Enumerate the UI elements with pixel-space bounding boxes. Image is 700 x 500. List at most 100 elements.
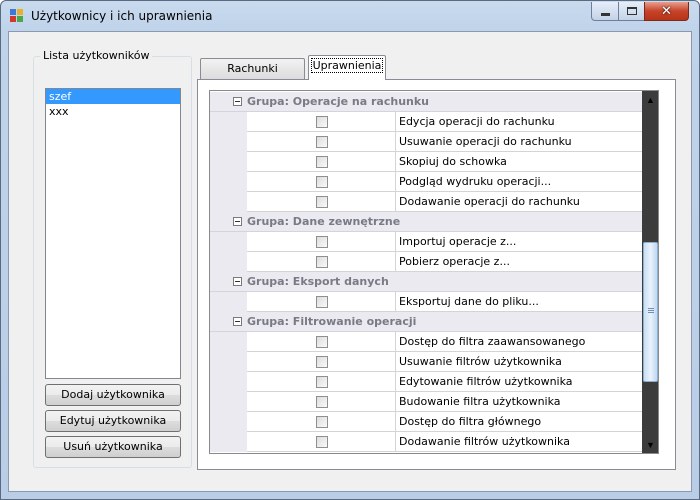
user-list-item[interactable]: szef	[46, 89, 180, 104]
grip-line	[648, 310, 654, 311]
permission-checkbox[interactable]	[316, 176, 328, 188]
app-icon	[10, 9, 24, 23]
permission-label: Eksportuj dane do pliku...	[396, 292, 642, 312]
maximize-button[interactable]	[618, 2, 645, 21]
permissions-tab-page: Grupa: Operacje na rachunku Edycja operac…	[197, 79, 676, 470]
permission-checkbox[interactable]	[316, 396, 328, 408]
checkbox-cell[interactable]	[247, 292, 396, 312]
arrow-down-icon: ▼	[646, 439, 655, 450]
users-groupbox: Lista użytkowników szef xxx Dodaj użytko…	[33, 49, 192, 468]
user-list-item[interactable]: xxx	[46, 104, 180, 119]
checkbox-cell[interactable]	[247, 232, 396, 252]
checkbox-cell[interactable]	[247, 192, 396, 212]
row-indent	[210, 352, 247, 372]
permission-label: Edycja operacji do rachunku	[396, 112, 642, 132]
row-indent	[210, 192, 247, 212]
edit-user-button[interactable]: Edytuj użytkownika	[45, 410, 181, 432]
permission-label: Edytowanie filtrów użytkownika	[396, 372, 642, 392]
close-icon: ✕	[661, 3, 672, 19]
permission-checkbox[interactable]	[316, 256, 328, 268]
app-window: Użytkownicy i ich uprawnienia ✕ Lista uż…	[0, 0, 700, 500]
checkbox-cell[interactable]	[247, 432, 396, 452]
permission-label: Dostęp do filtra głównego	[396, 412, 642, 432]
row-indent	[210, 132, 247, 152]
row-indent	[210, 172, 247, 192]
tab-permissions-label: Uprawnienia	[310, 58, 384, 73]
permission-row: Importuj operacje z...	[210, 232, 642, 252]
client-area: Lista użytkowników szef xxx Dodaj użytko…	[8, 31, 692, 492]
checkbox-cell[interactable]	[247, 152, 396, 172]
permission-label: Importuj operacje z...	[396, 232, 642, 252]
permission-row: Podgląd wydruku operacji...	[210, 172, 642, 192]
vertical-scrollbar[interactable]: ▲ ▼	[642, 91, 658, 453]
permission-checkbox[interactable]	[316, 196, 328, 208]
tab-bank-accounts[interactable]: Rachunki bankowe	[200, 58, 305, 94]
permission-row: Budowanie filtra użytkownika	[210, 392, 642, 412]
row-indent	[210, 232, 247, 252]
permission-row: Dostęp do filtra głównego	[210, 412, 642, 432]
permission-checkbox[interactable]	[316, 416, 328, 428]
permission-row: Skopiuj do schowka	[210, 152, 642, 172]
collapse-icon[interactable]	[233, 317, 242, 326]
permission-checkbox[interactable]	[316, 296, 328, 308]
permission-label: Podgląd wydruku operacji...	[396, 172, 642, 192]
title-bar[interactable]: Użytkownicy i ich uprawnienia ✕	[1, 1, 699, 31]
group-row[interactable]: Grupa: Operacje na rachunku	[210, 92, 642, 112]
group-row[interactable]: Grupa: Dane zewnętrzne	[210, 212, 642, 232]
permission-label: Dodawanie operacji do rachunku	[396, 192, 642, 212]
row-indent	[210, 252, 247, 272]
collapse-icon[interactable]	[233, 217, 242, 226]
window-title: Użytkownicy i ich uprawnienia	[31, 9, 213, 23]
minimize-icon	[600, 12, 610, 16]
checkbox-cell[interactable]	[247, 392, 396, 412]
permission-label: Budowanie filtra użytkownika	[396, 392, 642, 412]
row-indent	[210, 432, 247, 452]
collapse-icon[interactable]	[233, 277, 242, 286]
permission-label: Dodawanie filtrów użytkownika	[396, 432, 642, 452]
collapse-icon[interactable]	[233, 97, 242, 106]
maximize-icon	[626, 7, 637, 15]
permission-checkbox[interactable]	[316, 356, 328, 368]
close-button[interactable]: ✕	[644, 2, 689, 21]
users-listbox[interactable]: szef xxx	[45, 88, 181, 379]
permission-row: Pobierz operacje z...	[210, 252, 642, 272]
delete-user-button[interactable]: Usuń użytkownika	[45, 436, 181, 458]
group-row[interactable]: Grupa: Eksport danych	[210, 272, 642, 292]
permission-row: Edytowanie filtrów użytkownika	[210, 372, 642, 392]
permission-checkbox[interactable]	[316, 156, 328, 168]
group-row[interactable]: Grupa: Filtrowanie operacji	[210, 312, 642, 332]
permission-checkbox[interactable]	[316, 116, 328, 128]
tab-permissions[interactable]: Uprawnienia	[308, 55, 386, 80]
scroll-up-button[interactable]: ▲	[642, 91, 658, 108]
checkbox-cell[interactable]	[247, 172, 396, 192]
permission-checkbox[interactable]	[316, 436, 328, 448]
row-indent	[210, 332, 247, 352]
checkbox-cell[interactable]	[247, 372, 396, 392]
permission-checkbox[interactable]	[316, 376, 328, 388]
permission-checkbox[interactable]	[316, 336, 328, 348]
add-user-button[interactable]: Dodaj użytkownika	[45, 384, 181, 406]
permission-row: Usuwanie operacji do rachunku	[210, 132, 642, 152]
group-label: Grupa: Operacje na rachunku	[247, 95, 430, 108]
permission-checkbox[interactable]	[316, 136, 328, 148]
checkbox-cell[interactable]	[247, 352, 396, 372]
group-label: Grupa: Dane zewnętrzne	[247, 215, 401, 228]
permission-label: Pobierz operacje z...	[396, 252, 642, 272]
checkbox-cell[interactable]	[247, 112, 396, 132]
minimize-button[interactable]	[591, 2, 619, 21]
checkbox-cell[interactable]	[247, 252, 396, 272]
row-indent	[210, 292, 247, 312]
permissions-grid-body: Grupa: Operacje na rachunku Edycja operac…	[210, 91, 642, 452]
permission-checkbox[interactable]	[316, 236, 328, 248]
checkbox-cell[interactable]	[247, 132, 396, 152]
row-indent	[210, 112, 247, 132]
permission-row: Dodawanie filtrów użytkownika	[210, 432, 642, 452]
scroll-down-button[interactable]: ▼	[642, 436, 658, 453]
checkbox-cell[interactable]	[247, 412, 396, 432]
row-indent	[210, 372, 247, 392]
permission-label: Usuwanie filtrów użytkownika	[396, 352, 642, 372]
row-indent	[210, 412, 247, 432]
checkbox-cell[interactable]	[247, 332, 396, 352]
scroll-thumb[interactable]	[643, 242, 658, 382]
row-indent	[210, 392, 247, 412]
